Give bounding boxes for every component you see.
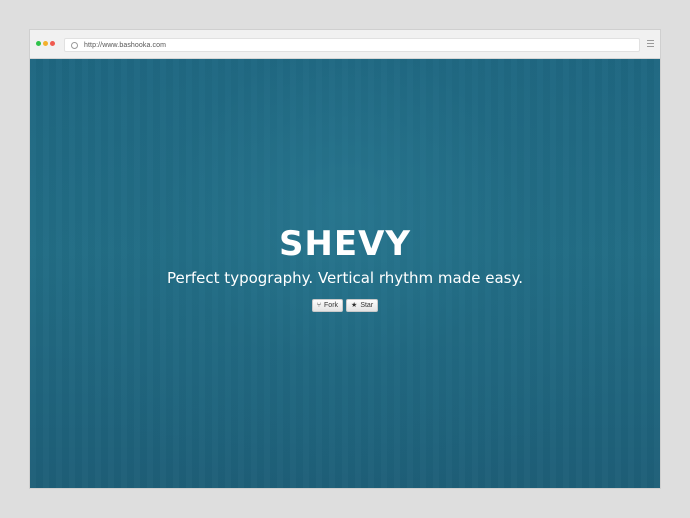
fork-button[interactable]: ⑂ Fork xyxy=(311,299,344,312)
github-buttons: ⑂ Fork ★ Star xyxy=(30,299,660,312)
fork-button-label: Fork xyxy=(324,302,339,309)
hamburger-menu-icon[interactable] xyxy=(647,40,654,47)
window-minimize-button[interactable] xyxy=(43,41,48,46)
browser-window: http://www.bashooka.com SHEVY Perfect ty… xyxy=(30,30,660,488)
browser-toolbar: http://www.bashooka.com xyxy=(30,30,660,59)
tagline: Perfect typography. Vertical rhythm made… xyxy=(167,269,523,287)
star-button-label: Star xyxy=(360,302,374,309)
window-maximize-button[interactable] xyxy=(36,41,41,46)
address-bar[interactable]: http://www.bashooka.com xyxy=(64,38,640,52)
page-viewport: SHEVY Perfect typography. Vertical rhyth… xyxy=(30,59,660,488)
site-title: SHEVY xyxy=(278,224,412,264)
window-close-button[interactable] xyxy=(50,41,55,46)
fork-icon: ⑂ xyxy=(316,302,322,309)
address-bar-url: http://www.bashooka.com xyxy=(84,41,167,49)
search-icon xyxy=(71,41,78,49)
hero-section: SHEVY Perfect typography. Vertical rhyth… xyxy=(30,224,660,312)
star-button[interactable]: ★ Star xyxy=(346,299,379,312)
star-icon: ★ xyxy=(351,302,358,309)
